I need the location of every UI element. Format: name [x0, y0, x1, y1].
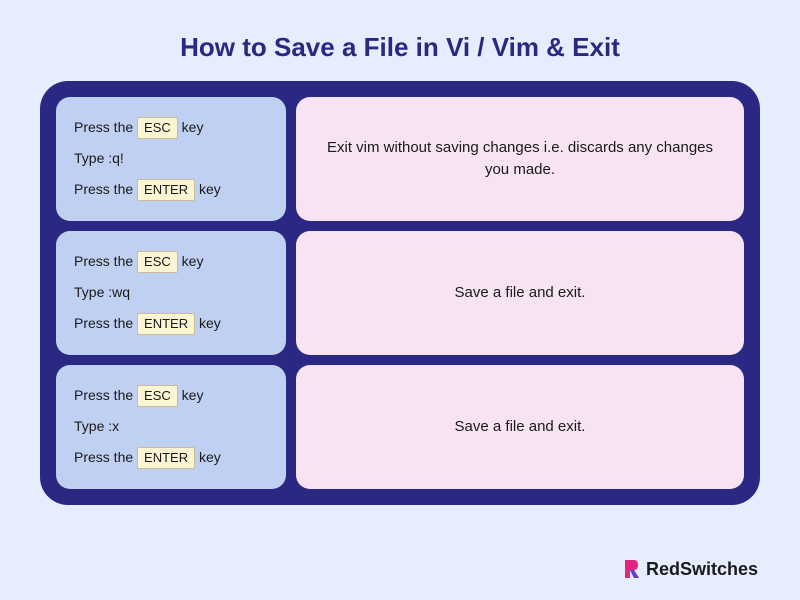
steps-cell: Press the ESC key Type :q! Press the ENT…	[56, 97, 286, 221]
step-line: Press the ESC key	[74, 251, 268, 273]
step-line: Type :x	[74, 417, 268, 437]
steps-cell: Press the ESC key Type :wq Press the ENT…	[56, 231, 286, 355]
key-badge: ENTER	[137, 447, 195, 469]
step-line: Press the ENTER key	[74, 179, 268, 201]
step-text: Press the	[74, 119, 137, 135]
step-text: key	[195, 449, 221, 465]
step-line: Type :q!	[74, 149, 268, 169]
key-badge: ESC	[137, 251, 178, 273]
description-cell: Save a file and exit.	[296, 365, 744, 489]
step-text: key	[178, 387, 204, 403]
steps-cell: Press the ESC key Type :x Press the ENTE…	[56, 365, 286, 489]
step-line: Press the ENTER key	[74, 447, 268, 469]
step-text: key	[195, 181, 221, 197]
key-badge: ENTER	[137, 313, 195, 335]
key-badge: ESC	[137, 385, 178, 407]
description-cell: Exit vim without saving changes i.e. dis…	[296, 97, 744, 221]
cheatsheet-container: Press the ESC key Type :q! Press the ENT…	[40, 81, 760, 505]
table-row: Press the ESC key Type :q! Press the ENT…	[56, 97, 744, 221]
step-text: key	[178, 253, 204, 269]
step-line: Press the ESC key	[74, 385, 268, 407]
table-row: Press the ESC key Type :x Press the ENTE…	[56, 365, 744, 489]
brand-logo: RedSwitches	[622, 558, 758, 580]
step-text: Press the	[74, 449, 137, 465]
page-title: How to Save a File in Vi / Vim & Exit	[0, 0, 800, 81]
brand-name: RedSwitches	[646, 559, 758, 580]
description-cell: Save a file and exit.	[296, 231, 744, 355]
step-text: key	[195, 315, 221, 331]
step-text: Press the	[74, 181, 137, 197]
step-text: Press the	[74, 315, 137, 331]
step-text: Press the	[74, 387, 137, 403]
table-row: Press the ESC key Type :wq Press the ENT…	[56, 231, 744, 355]
step-text: Press the	[74, 253, 137, 269]
key-badge: ESC	[137, 117, 178, 139]
brand-icon	[622, 558, 640, 580]
step-text: key	[178, 119, 204, 135]
step-line: Press the ESC key	[74, 117, 268, 139]
step-line: Press the ENTER key	[74, 313, 268, 335]
key-badge: ENTER	[137, 179, 195, 201]
step-line: Type :wq	[74, 283, 268, 303]
